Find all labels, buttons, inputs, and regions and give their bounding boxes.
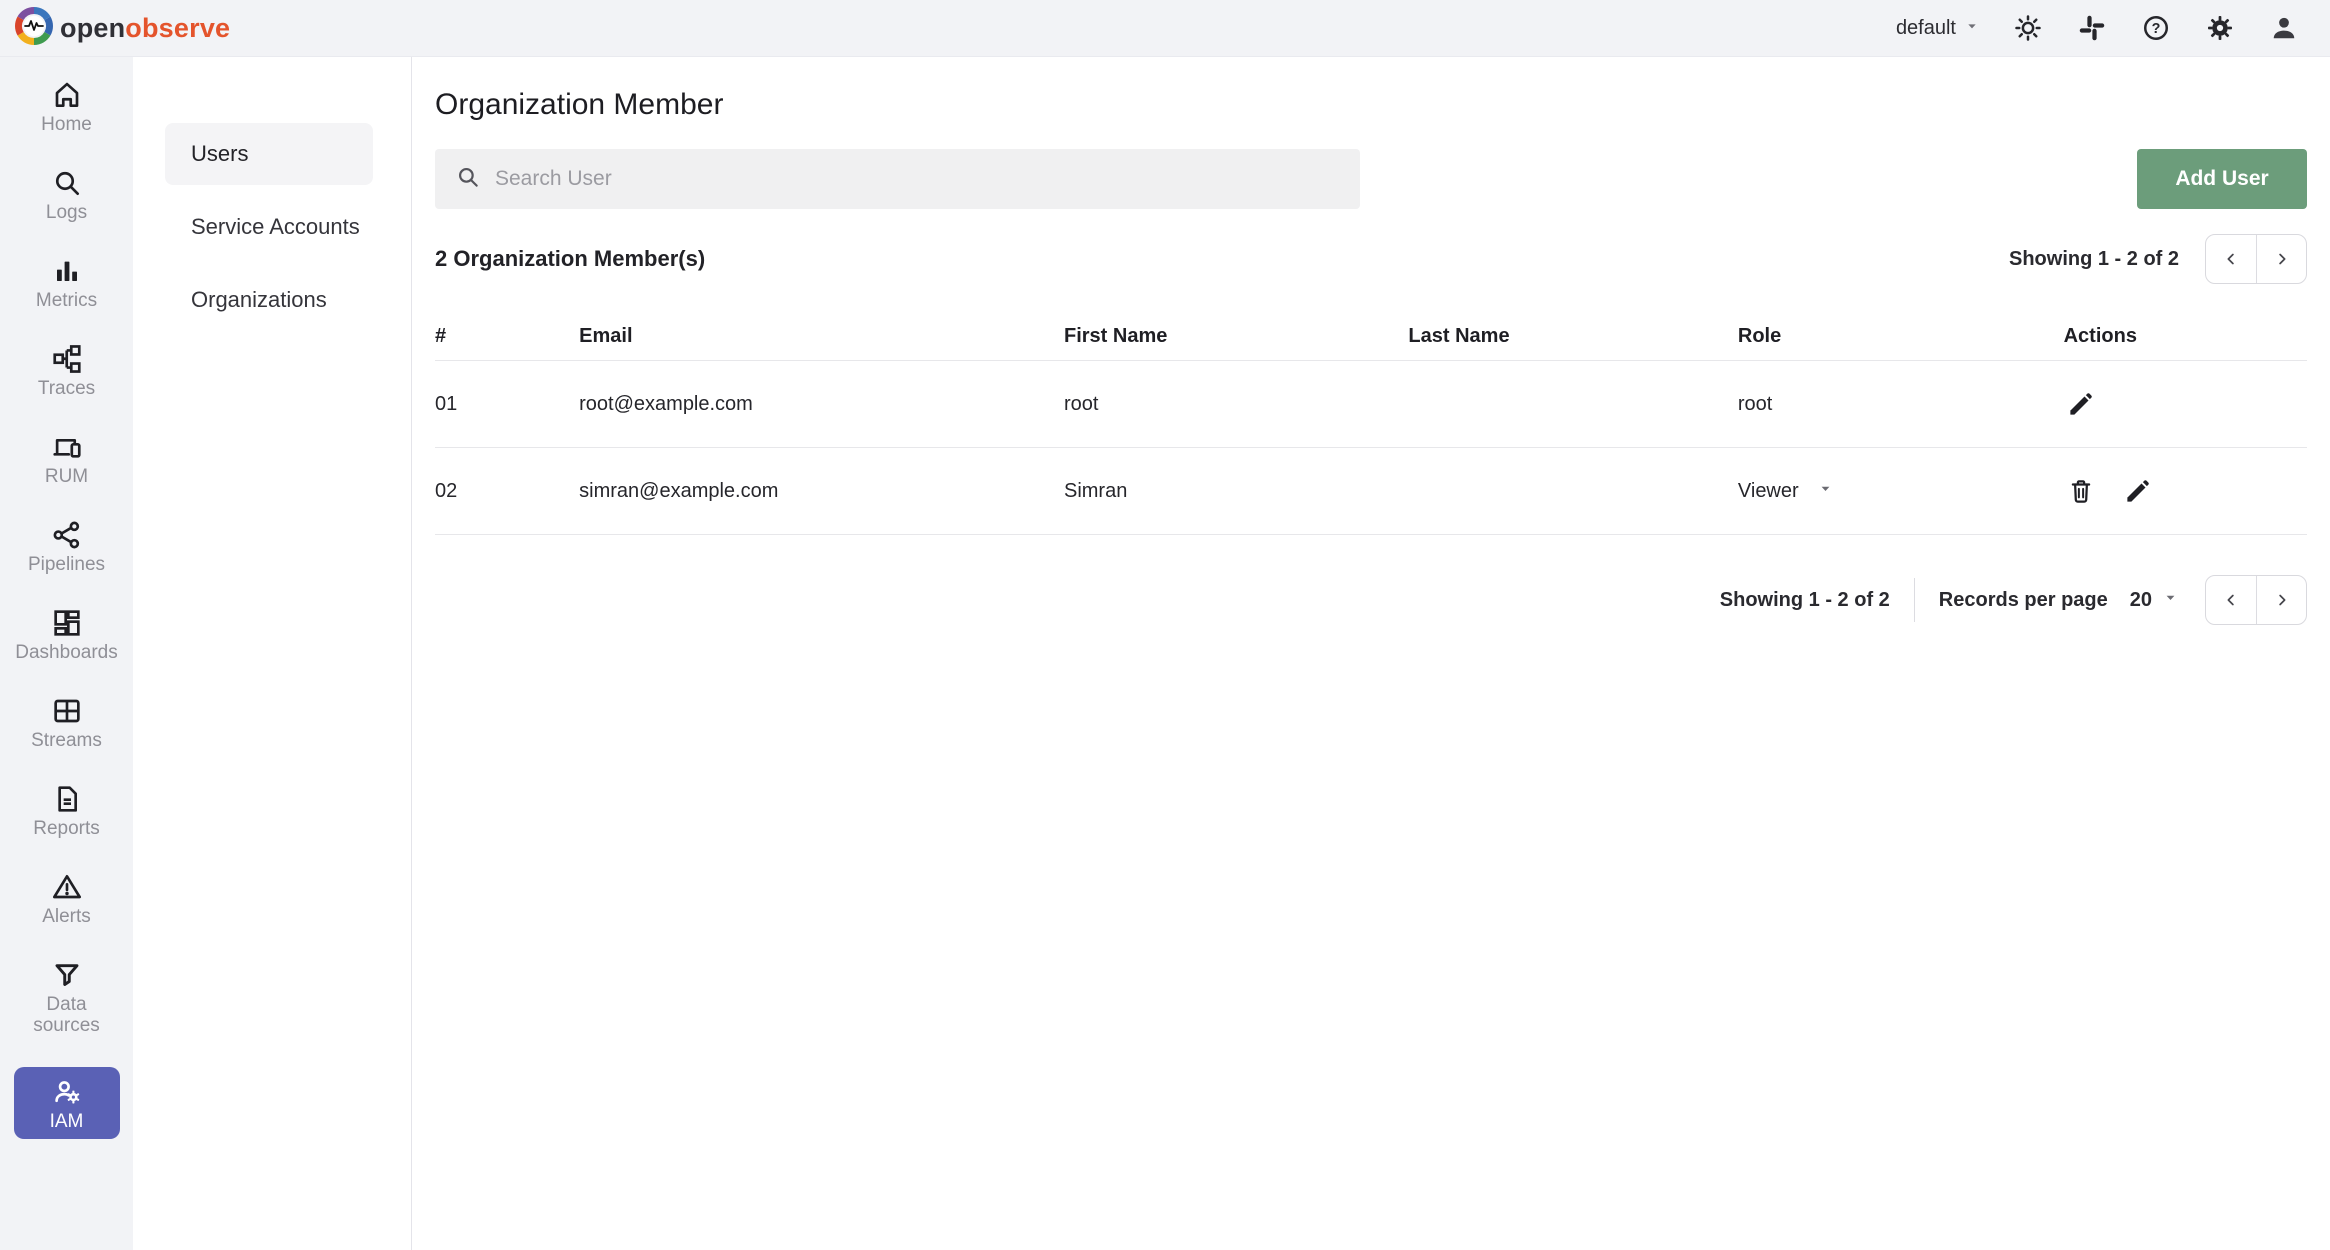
sidebar-item-streams[interactable]: Streams bbox=[7, 693, 127, 763]
divider bbox=[1914, 578, 1915, 622]
light-mode-icon[interactable] bbox=[2012, 12, 2044, 44]
traces-tree-icon bbox=[51, 341, 83, 377]
sidebar-item-alerts[interactable]: Alerts bbox=[7, 869, 127, 939]
members-table: # Email First Name Last Name Role Action… bbox=[435, 299, 2307, 535]
cell-num: 02 bbox=[435, 448, 579, 535]
delete-user-button[interactable] bbox=[2064, 474, 2098, 508]
chevron-down-icon bbox=[1817, 480, 1834, 503]
subnav-item-users[interactable]: Users bbox=[165, 123, 373, 185]
chevron-down-icon bbox=[2162, 589, 2179, 612]
col-header-first-name: First Name bbox=[1064, 299, 1408, 361]
logs-search-icon bbox=[51, 165, 83, 201]
prev-page-button[interactable] bbox=[2206, 576, 2256, 624]
reports-document-icon bbox=[51, 781, 83, 817]
search-user-box[interactable] bbox=[435, 149, 1360, 209]
top-header: openobserve default ? bbox=[0, 0, 2330, 57]
metrics-bar-chart-icon bbox=[51, 253, 83, 289]
cell-first-name: root bbox=[1064, 361, 1408, 448]
data-sources-filter-icon bbox=[51, 957, 83, 993]
cell-last-name bbox=[1408, 448, 1737, 535]
sidebar-item-iam[interactable]: IAM bbox=[14, 1067, 120, 1139]
col-header-role: Role bbox=[1738, 299, 2064, 361]
org-selector[interactable]: default bbox=[1896, 17, 1980, 40]
subnav-item-organizations[interactable]: Organizations bbox=[165, 269, 373, 331]
openobserve-logo-icon bbox=[14, 6, 54, 51]
pagination-bottom: Showing 1 - 2 of 2 Records per page 20 bbox=[435, 575, 2307, 625]
table-row: 01 root@example.com root root bbox=[435, 361, 2307, 448]
sidebar-item-reports[interactable]: Reports bbox=[7, 781, 127, 851]
slack-icon[interactable] bbox=[2076, 12, 2108, 44]
subnav-item-service-accounts[interactable]: Service Accounts bbox=[165, 196, 373, 258]
home-icon bbox=[51, 77, 83, 113]
cell-num: 01 bbox=[435, 361, 579, 448]
logo-wordmark: openobserve bbox=[60, 13, 230, 44]
pipelines-share-icon bbox=[51, 517, 83, 553]
member-count: 2 Organization Member(s) bbox=[435, 246, 705, 272]
dashboards-grid-icon bbox=[51, 605, 83, 641]
showing-range-top: Showing 1 - 2 of 2 bbox=[2009, 248, 2179, 271]
svg-text:?: ? bbox=[2152, 21, 2161, 37]
chevron-down-icon bbox=[1964, 17, 1980, 40]
col-header-actions: Actions bbox=[2064, 299, 2307, 361]
rum-devices-icon bbox=[51, 429, 83, 465]
cell-first-name: Simran bbox=[1064, 448, 1408, 535]
col-header-last-name: Last Name bbox=[1408, 299, 1737, 361]
sidebar-item-pipelines[interactable]: Pipelines bbox=[7, 517, 127, 587]
org-selector-value: default bbox=[1896, 17, 1956, 40]
edit-user-button[interactable] bbox=[2064, 387, 2098, 421]
settings-icon[interactable] bbox=[2204, 12, 2236, 44]
iam-user-gear-icon bbox=[51, 1074, 83, 1110]
next-page-button[interactable] bbox=[2256, 235, 2306, 283]
edit-user-button[interactable] bbox=[2121, 474, 2155, 508]
prev-page-button[interactable] bbox=[2206, 235, 2256, 283]
table-header-row: # Email First Name Last Name Role Action… bbox=[435, 299, 2307, 361]
sidebar-item-data-sources[interactable]: Data sources bbox=[7, 957, 127, 1049]
records-per-page-label: Records per page bbox=[1939, 589, 2108, 612]
col-header-email: Email bbox=[579, 299, 1064, 361]
table-row: 02 simran@example.com Simran Viewer bbox=[435, 448, 2307, 535]
next-page-button[interactable] bbox=[2256, 576, 2306, 624]
iam-subnav: Users Service Accounts Organizations bbox=[133, 57, 412, 1250]
sidebar-item-metrics[interactable]: Metrics bbox=[7, 253, 127, 323]
showing-range-bottom: Showing 1 - 2 of 2 bbox=[1720, 589, 1890, 612]
cell-last-name bbox=[1408, 361, 1737, 448]
account-icon[interactable] bbox=[2268, 12, 2300, 44]
sidebar-item-dashboards[interactable]: Dashboards bbox=[7, 605, 127, 675]
alerts-warning-icon bbox=[51, 869, 83, 905]
sidebar-item-rum[interactable]: RUM bbox=[7, 429, 127, 499]
search-icon bbox=[455, 164, 481, 195]
search-user-input[interactable] bbox=[495, 167, 1315, 191]
pagination-top bbox=[2205, 234, 2307, 284]
main-content: Organization Member Add User 2 Organizat… bbox=[412, 57, 2330, 1250]
pagination-buttons bbox=[2205, 575, 2307, 625]
add-user-button[interactable]: Add User bbox=[2137, 149, 2307, 209]
sidebar-item-home[interactable]: Home bbox=[7, 77, 127, 147]
records-per-page-select[interactable]: 20 bbox=[2130, 589, 2179, 612]
help-icon[interactable]: ? bbox=[2140, 12, 2172, 44]
left-nav-rail: Home Logs Metrics Trace bbox=[0, 57, 133, 1250]
col-header-num: # bbox=[435, 299, 579, 361]
sidebar-item-logs[interactable]: Logs bbox=[7, 165, 127, 235]
cell-email: root@example.com bbox=[579, 361, 1064, 448]
role-dropdown[interactable]: Viewer bbox=[1738, 480, 1834, 503]
streams-table-icon bbox=[51, 693, 83, 729]
cell-role: root bbox=[1738, 361, 2064, 448]
sidebar-item-traces[interactable]: Traces bbox=[7, 341, 127, 411]
cell-email: simran@example.com bbox=[579, 448, 1064, 535]
openobserve-logo[interactable]: openobserve bbox=[0, 6, 230, 51]
page-title: Organization Member bbox=[435, 87, 2307, 123]
